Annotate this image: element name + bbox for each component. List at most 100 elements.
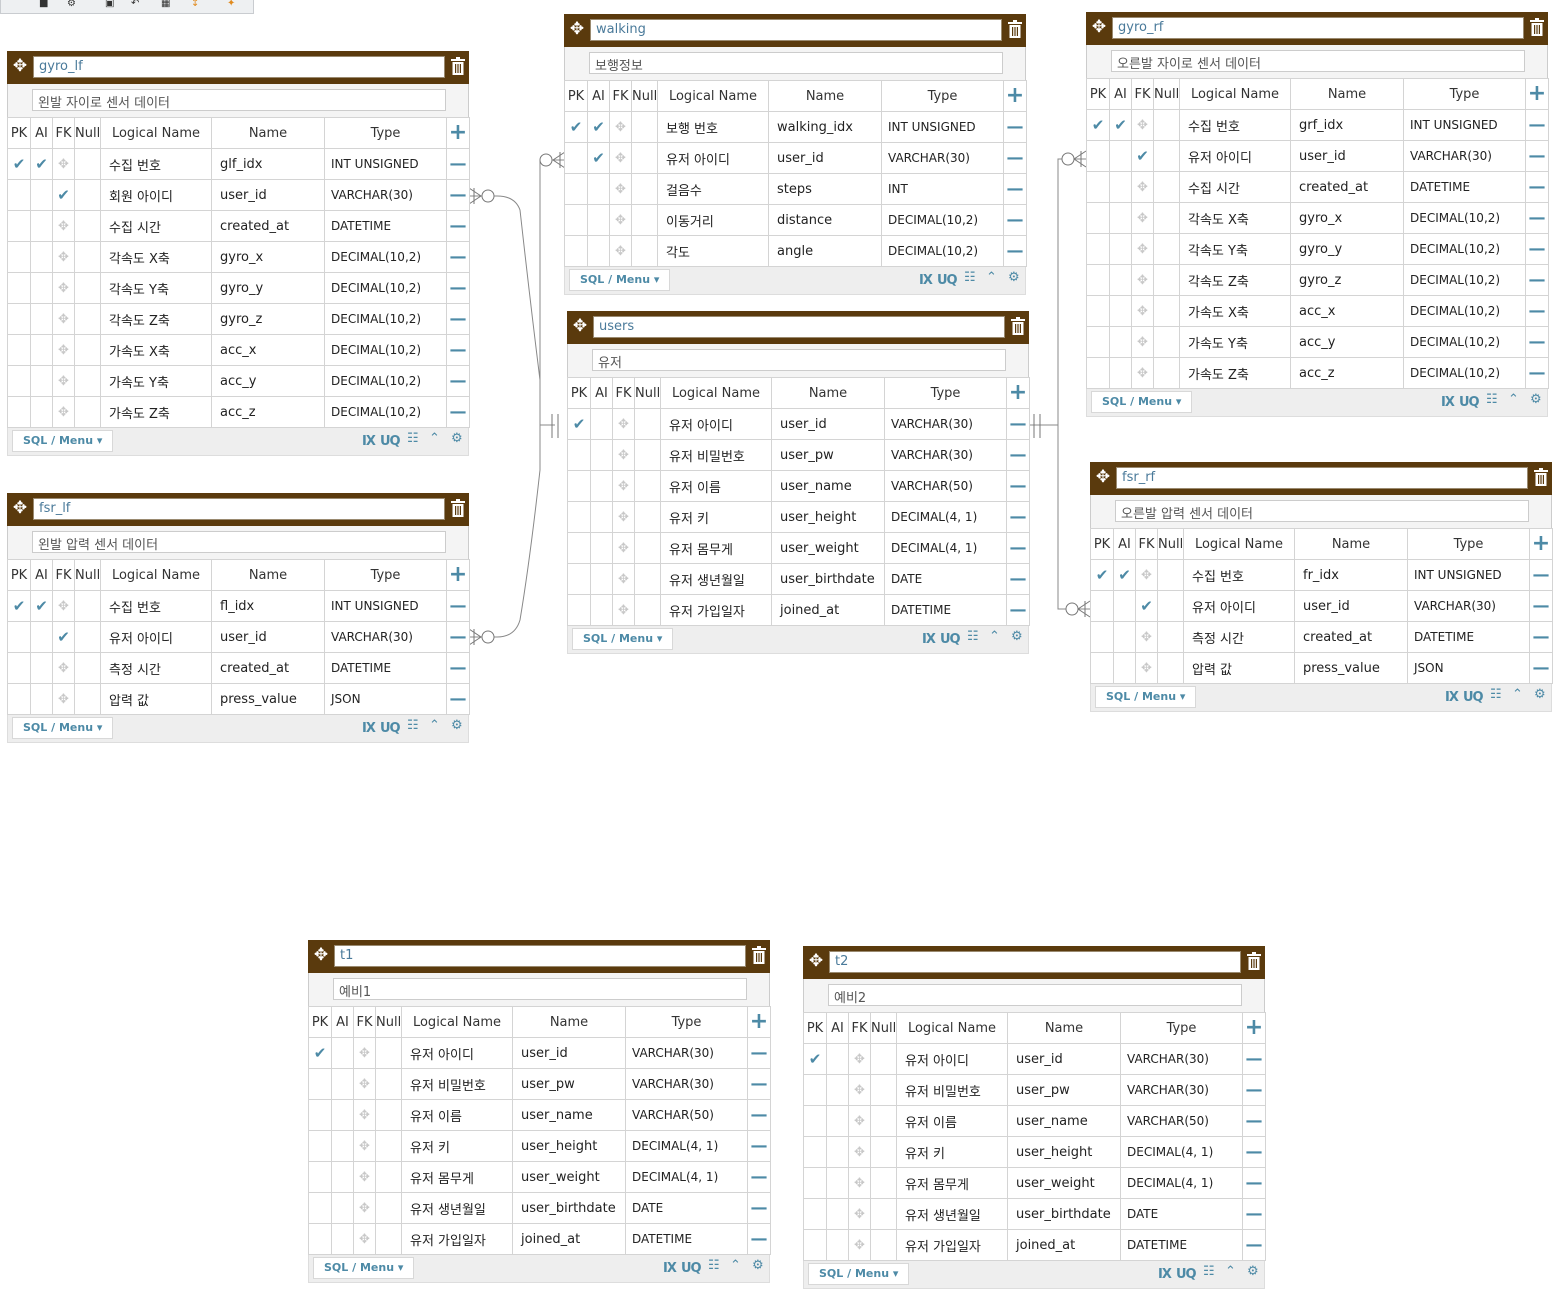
sql-menu-button[interactable]: SQL / Menu ▾ bbox=[1095, 686, 1197, 708]
drag-handle-icon[interactable]: ✥ bbox=[854, 1238, 865, 1253]
remove-column-button[interactable]: — bbox=[1525, 357, 1549, 389]
drag-handle-icon[interactable]: ✥ bbox=[1137, 273, 1148, 288]
column-type-cell[interactable]: DECIMAL(10,2) bbox=[324, 303, 447, 335]
unique-button[interactable]: UQ bbox=[681, 1261, 702, 1276]
fk-toggle[interactable]: ✥ bbox=[353, 1161, 376, 1193]
null-toggle[interactable] bbox=[375, 1068, 402, 1100]
trash-icon[interactable] bbox=[1530, 18, 1544, 36]
drag-handle-icon[interactable]: ✥ bbox=[618, 510, 629, 525]
ai-toggle[interactable] bbox=[1113, 652, 1136, 684]
drag-handle-icon[interactable]: ✥ bbox=[1137, 211, 1148, 226]
pk-toggle[interactable] bbox=[1086, 233, 1110, 265]
index-button[interactable]: IX bbox=[1445, 690, 1459, 705]
column-type-cell[interactable]: JSON bbox=[324, 683, 447, 715]
fk-toggle[interactable]: ✥ bbox=[353, 1223, 376, 1255]
collapse-icon[interactable]: ⌃ bbox=[1225, 1264, 1236, 1279]
remove-column-button[interactable]: — bbox=[1003, 111, 1027, 143]
unique-button[interactable]: UQ bbox=[940, 632, 961, 647]
plus-icon[interactable]: + bbox=[449, 562, 467, 587]
null-toggle[interactable] bbox=[1153, 295, 1180, 327]
ai-toggle[interactable] bbox=[590, 408, 613, 440]
column-name-cell[interactable]: user_height bbox=[512, 1130, 626, 1162]
drag-handle-icon[interactable]: ✥ bbox=[615, 120, 626, 135]
move-icon[interactable]: ✥ bbox=[568, 20, 586, 38]
column-name-cell[interactable]: grf_idx bbox=[1290, 109, 1404, 141]
index-button[interactable]: IX bbox=[362, 721, 376, 736]
column-type-cell[interactable]: DECIMAL(10,2) bbox=[881, 235, 1004, 267]
null-toggle[interactable] bbox=[1157, 621, 1184, 653]
pk-toggle[interactable] bbox=[564, 173, 588, 205]
remove-column-button[interactable]: — bbox=[1525, 202, 1549, 234]
remove-column-button[interactable]: — bbox=[747, 1223, 771, 1255]
column-type-cell[interactable]: VARCHAR(50) bbox=[884, 470, 1007, 502]
table-name-input[interactable]: t2 bbox=[829, 951, 1241, 973]
remove-column-button[interactable]: — bbox=[446, 683, 470, 715]
collapse-icon[interactable]: ⌃ bbox=[429, 431, 440, 446]
pk-toggle[interactable] bbox=[564, 235, 588, 267]
index-button[interactable]: IX bbox=[1158, 1267, 1172, 1282]
remove-column-button[interactable]: — bbox=[747, 1037, 771, 1069]
pk-toggle[interactable]: ✔ bbox=[7, 148, 31, 180]
add-column-button[interactable]: + bbox=[446, 117, 470, 149]
null-toggle[interactable] bbox=[74, 652, 101, 684]
plus-icon[interactable]: + bbox=[1006, 83, 1024, 108]
drag-handle-icon[interactable]: ✥ bbox=[618, 572, 629, 587]
minus-icon[interactable]: — bbox=[751, 1136, 768, 1156]
gear-icon[interactable]: ⚙ bbox=[1530, 392, 1542, 407]
drag-handle-icon[interactable]: ✥ bbox=[618, 603, 629, 618]
null-toggle[interactable] bbox=[634, 470, 661, 502]
column-name-cell[interactable]: user_name bbox=[512, 1099, 626, 1131]
sql-menu-button[interactable]: SQL / Menu ▾ bbox=[569, 269, 671, 291]
column-name-cell[interactable]: press_value bbox=[1294, 652, 1408, 684]
column-name-cell[interactable]: joined_at bbox=[1007, 1229, 1121, 1261]
column-type-cell[interactable]: DECIMAL(4, 1) bbox=[625, 1130, 748, 1162]
column-type-cell[interactable]: DATE bbox=[625, 1192, 748, 1224]
table-name-input[interactable]: gyro_rf bbox=[1112, 17, 1524, 39]
fk-toggle[interactable]: ✔ bbox=[1131, 140, 1154, 172]
logical-name-cell[interactable]: 각속도 Z축 bbox=[1179, 264, 1291, 296]
column-name-cell[interactable]: distance bbox=[768, 204, 882, 236]
column-type-cell[interactable]: INT bbox=[881, 173, 1004, 205]
minus-icon[interactable]: — bbox=[450, 689, 467, 709]
fk-toggle[interactable]: ✔ bbox=[52, 621, 75, 653]
minus-icon[interactable]: — bbox=[1529, 301, 1546, 321]
remove-column-button[interactable]: — bbox=[747, 1192, 771, 1224]
logical-name-cell[interactable]: 가속도 X축 bbox=[1179, 295, 1291, 327]
pk-toggle[interactable] bbox=[803, 1136, 827, 1168]
ai-toggle[interactable]: ✔ bbox=[1113, 559, 1136, 591]
column-name-cell[interactable]: user_id bbox=[768, 142, 882, 174]
fk-toggle[interactable]: ✥ bbox=[609, 235, 632, 267]
column-name-cell[interactable]: user_height bbox=[1007, 1136, 1121, 1168]
column-type-cell[interactable]: INT UNSIGNED bbox=[881, 111, 1004, 143]
column-name-cell[interactable]: user_name bbox=[771, 470, 885, 502]
trash-icon[interactable] bbox=[451, 57, 465, 75]
fk-toggle[interactable]: ✥ bbox=[1131, 326, 1154, 358]
null-toggle[interactable] bbox=[870, 1136, 897, 1168]
null-toggle[interactable] bbox=[634, 532, 661, 564]
null-toggle[interactable] bbox=[74, 590, 101, 622]
null-toggle[interactable] bbox=[375, 1161, 402, 1193]
logical-name-cell[interactable]: 각속도 X축 bbox=[1179, 202, 1291, 234]
column-type-cell[interactable]: DECIMAL(10,2) bbox=[1403, 202, 1526, 234]
null-toggle[interactable] bbox=[631, 111, 658, 143]
remove-column-button[interactable]: — bbox=[747, 1099, 771, 1131]
table-comment-input[interactable]: 왼발 자이로 센서 데이터 bbox=[32, 89, 446, 111]
logical-name-cell[interactable]: 유저 아이디 bbox=[896, 1043, 1008, 1075]
remove-column-button[interactable]: — bbox=[1525, 326, 1549, 358]
remove-column-button[interactable]: — bbox=[1525, 264, 1549, 296]
drag-handle-icon[interactable]: ✥ bbox=[854, 1176, 865, 1191]
pk-toggle[interactable]: ✔ bbox=[567, 408, 591, 440]
remove-column-button[interactable]: — bbox=[446, 148, 470, 180]
remove-column-button[interactable]: — bbox=[1006, 439, 1030, 471]
logical-name-cell[interactable]: 각속도 Y축 bbox=[100, 272, 212, 304]
unique-button[interactable]: UQ bbox=[1463, 690, 1484, 705]
comment-icon[interactable]: ☷ bbox=[967, 629, 979, 644]
logical-name-cell[interactable]: 압력 값 bbox=[100, 683, 212, 715]
fk-toggle[interactable]: ✥ bbox=[353, 1099, 376, 1131]
null-toggle[interactable] bbox=[375, 1192, 402, 1224]
column-type-cell[interactable]: DATE bbox=[1120, 1198, 1243, 1230]
table-comment-input[interactable]: 유저 bbox=[592, 349, 1006, 371]
column-name-cell[interactable]: user_weight bbox=[1007, 1167, 1121, 1199]
ai-toggle[interactable] bbox=[587, 235, 610, 267]
logical-name-cell[interactable]: 유저 몸무게 bbox=[660, 532, 772, 564]
